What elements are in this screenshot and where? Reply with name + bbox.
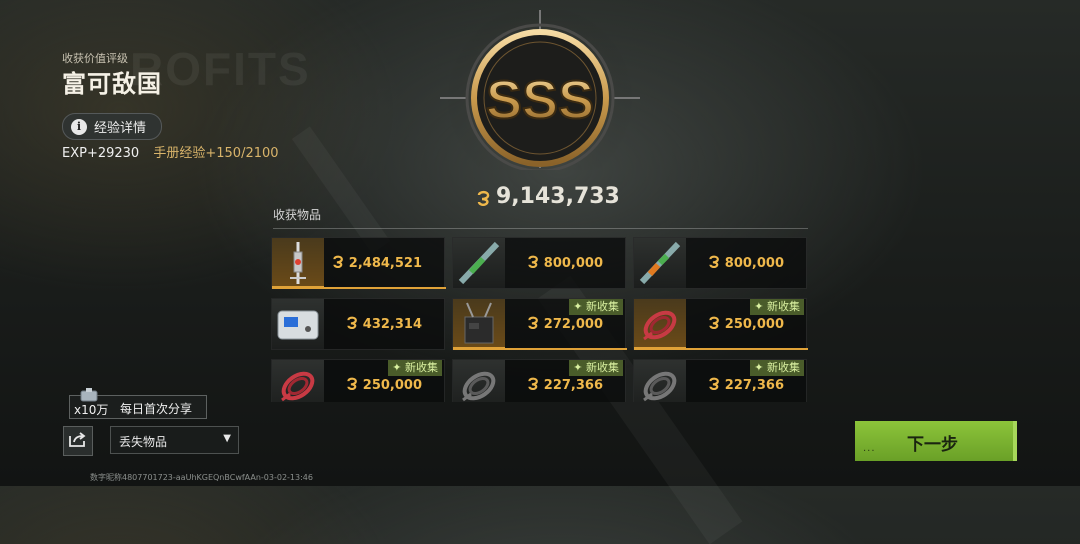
total-value-text: 9,143,733 bbox=[496, 184, 620, 209]
handbook-exp: 手册经验+150/2100 bbox=[153, 146, 279, 161]
item-price: 800,000 bbox=[527, 255, 603, 272]
power-station-icon bbox=[272, 299, 324, 349]
new-badge-label: 新收集 bbox=[586, 361, 619, 374]
coin-icon bbox=[527, 255, 540, 272]
grade-text: SSS bbox=[486, 70, 594, 130]
exp-value: EXP+29230 bbox=[62, 146, 140, 161]
item-price-text: 800,000 bbox=[724, 256, 784, 271]
footer-id: 数字昵称4807701723-aaUhKGEQnBCwfAAn-03-02-13… bbox=[90, 473, 313, 482]
new-badge-label: 新收集 bbox=[405, 361, 438, 374]
new-badge-label: 新收集 bbox=[586, 300, 619, 313]
dropdown-value: 丢失物品 bbox=[119, 435, 168, 449]
coin-icon bbox=[476, 190, 490, 206]
exp-details-label: 经验详情 bbox=[94, 121, 147, 136]
exp-line: EXP+29230 手册经验+150/2100 bbox=[62, 142, 279, 161]
coin-icon bbox=[332, 255, 345, 272]
new-badge-label: 新收集 bbox=[767, 361, 800, 374]
item-price-text: 272,000 bbox=[543, 317, 603, 332]
new-collect-badge: ✦ 新收集 bbox=[388, 360, 442, 376]
orange-injector-icon bbox=[634, 238, 686, 288]
coin-icon bbox=[527, 377, 540, 394]
coin-icon bbox=[708, 316, 721, 333]
item-price: 2,484,521 bbox=[332, 255, 422, 272]
next-step-button[interactable]: ... 下一步 bbox=[855, 421, 1017, 461]
coin-icon bbox=[346, 377, 359, 394]
exp-details-button[interactable]: i 经验详情 bbox=[62, 113, 162, 140]
item-price: 250,000 bbox=[708, 316, 784, 333]
highlight-underline bbox=[453, 348, 627, 350]
item-price-text: 800,000 bbox=[543, 256, 603, 271]
item-price: 272,000 bbox=[527, 316, 603, 333]
coin-icon bbox=[527, 316, 540, 333]
grade-emblem: SSS bbox=[440, 3, 640, 193]
item-price-text: 432,314 bbox=[362, 317, 422, 332]
item-card[interactable]: 272,000 ✦ 新收集 bbox=[452, 298, 627, 350]
items-grid[interactable]: 2,484,521 800,000 800,000 432,314 272,000 ✦ 新… bbox=[271, 237, 811, 402]
new-collect-badge: ✦ 新收集 bbox=[569, 360, 623, 376]
item-card[interactable]: 432,314 bbox=[271, 298, 445, 350]
item-card[interactable]: 227,366 ✦ 新收集 bbox=[633, 359, 807, 402]
item-card[interactable]: 250,000 ✦ 新收集 bbox=[633, 298, 808, 350]
green-injector-icon bbox=[453, 238, 505, 288]
item-price-text: 227,366 bbox=[543, 378, 603, 393]
next-step-label: 下一步 bbox=[907, 435, 958, 455]
new-collect-badge: ✦ 新收集 bbox=[569, 299, 623, 315]
total-value: 9,143,733 bbox=[476, 184, 620, 209]
item-price: 250,000 bbox=[346, 377, 422, 394]
item-price: 227,366 bbox=[708, 377, 784, 394]
item-price-text: 250,000 bbox=[724, 317, 784, 332]
coin-icon bbox=[708, 377, 721, 394]
item-card[interactable]: 800,000 bbox=[452, 237, 626, 289]
gray-cable-icon bbox=[453, 360, 505, 402]
item-card[interactable]: 250,000 ✦ 新收集 bbox=[271, 359, 445, 402]
lost-items-dropdown[interactable]: 丢失物品 ▼ bbox=[110, 426, 239, 454]
items-divider bbox=[273, 228, 808, 229]
share-button[interactable] bbox=[63, 426, 93, 456]
info-icon: i bbox=[71, 118, 87, 135]
item-price: 227,366 bbox=[527, 377, 603, 394]
red-cable-icon bbox=[272, 360, 324, 402]
new-collect-badge: ✦ 新收集 bbox=[750, 299, 804, 315]
item-price-text: 250,000 bbox=[362, 378, 422, 393]
radio-device-icon bbox=[453, 299, 505, 349]
highlight-underline bbox=[634, 348, 808, 350]
share-label: 每日首次分享 bbox=[120, 402, 193, 416]
share-icon bbox=[69, 431, 87, 451]
coin-icon bbox=[346, 316, 359, 333]
red-cable-icon bbox=[634, 299, 686, 349]
gray-cable-icon bbox=[634, 360, 686, 402]
reward-item-icon bbox=[78, 388, 100, 404]
item-price: 432,314 bbox=[346, 316, 422, 333]
item-card[interactable]: 2,484,521 bbox=[271, 237, 446, 289]
syringe-icon bbox=[272, 238, 324, 288]
highlight-underline bbox=[272, 287, 446, 289]
coin-icon bbox=[708, 255, 721, 272]
background-shell-casing bbox=[291, 126, 391, 254]
caret-down-icon: ▼ bbox=[223, 433, 231, 444]
new-collect-badge: ✦ 新收集 bbox=[750, 360, 804, 376]
item-price: 800,000 bbox=[708, 255, 784, 272]
items-title: 收获物品 bbox=[273, 208, 322, 222]
item-price-text: 227,366 bbox=[724, 378, 784, 393]
item-price-text: 2,484,521 bbox=[348, 256, 422, 271]
next-dots: ... bbox=[863, 443, 876, 454]
item-card[interactable]: 800,000 bbox=[633, 237, 807, 289]
item-card[interactable]: 227,366 ✦ 新收集 bbox=[452, 359, 626, 402]
new-badge-label: 新收集 bbox=[767, 300, 800, 313]
rating-title: 富可敌国 bbox=[62, 70, 162, 98]
